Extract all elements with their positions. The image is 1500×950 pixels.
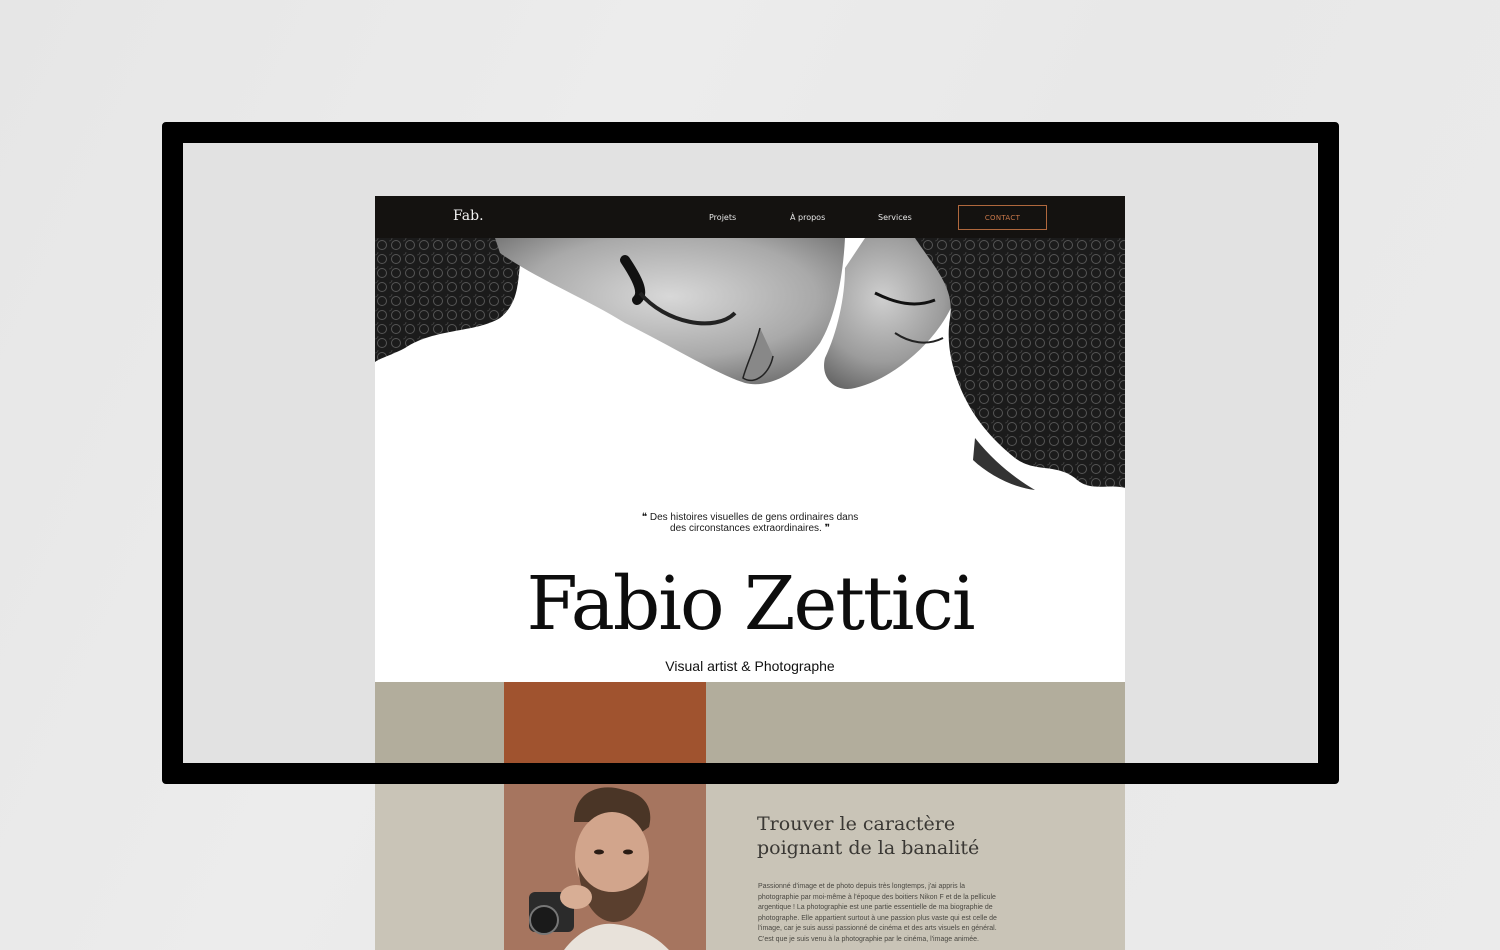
hero-photo [375, 238, 1125, 490]
hero-quote: ❝ Des histoires visuelles de gens ordina… [375, 512, 1125, 534]
about-title-line-2: poignant de la banalité [757, 837, 980, 859]
hero-section: ❝ Des histoires visuelles de gens ordina… [375, 238, 1125, 682]
about-band [375, 682, 1125, 763]
screen-margin-top [375, 143, 1125, 196]
about-title: Trouver le caractère poignant de la bana… [757, 812, 1057, 860]
logo[interactable]: Fab. [453, 208, 484, 224]
nav-link-projets[interactable]: Projets [709, 213, 736, 222]
portrait-photo [504, 682, 706, 950]
hero-subtitle: Visual artist & Photographe [665, 658, 835, 674]
about-section: Trouver le caractère poignant de la bana… [375, 682, 1125, 950]
about-text: Passionné d'image et de photo depuis trè… [758, 883, 997, 943]
hero-name: Fabio Zettici [526, 561, 975, 647]
nav-link-a-propos[interactable]: À propos [790, 213, 825, 222]
photographer-portrait [504, 682, 706, 950]
screen-margin-left [183, 143, 375, 763]
quote-line-2: des circonstances extraordinaires. ❞ [670, 523, 830, 534]
nav-link-services[interactable]: Services [878, 213, 912, 222]
quote-line-1: ❝ Des histoires visuelles de gens ordina… [641, 512, 859, 523]
screen-margin-right [1125, 143, 1317, 763]
website-page: Fab. Projets À propos Services CONTACT ❝… [375, 196, 1125, 950]
contact-button[interactable]: CONTACT [958, 205, 1047, 230]
navbar: Fab. Projets À propos Services CONTACT [375, 196, 1125, 238]
about-title-line-1: Trouver le caractère [757, 813, 956, 835]
